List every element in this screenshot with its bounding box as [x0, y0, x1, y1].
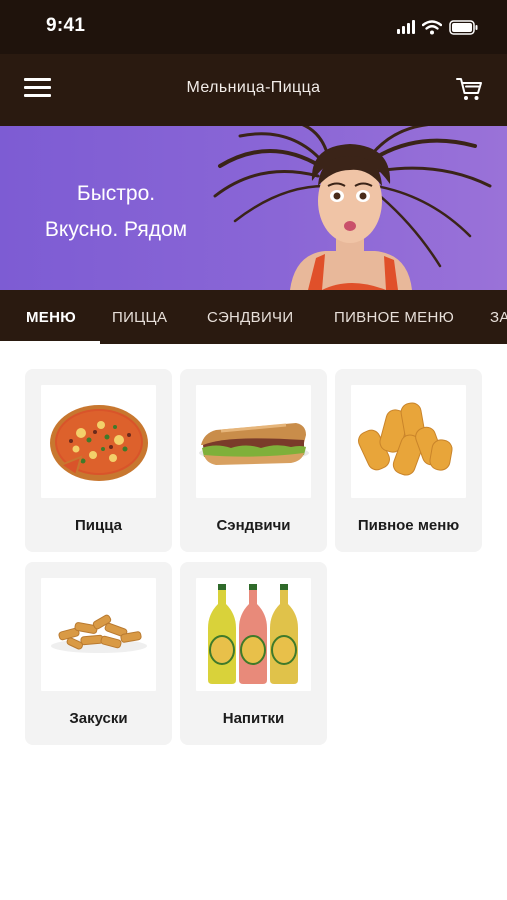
category-card-drinks[interactable]: Напитки: [180, 562, 327, 745]
active-tab-indicator: [0, 341, 100, 344]
tab-pizza[interactable]: ПИЦЦА: [112, 309, 167, 326]
banner-line-2: Вкусно. Рядом: [44, 218, 188, 241]
banner-text: Быстро. Вкусно. Рядом: [0, 176, 232, 248]
category-label: Сэндвичи: [216, 517, 291, 534]
signal-icon: [397, 20, 415, 34]
category-card-sandwiches[interactable]: Сэндвичи: [180, 369, 327, 552]
tab-beer-menu[interactable]: ПИВНОЕ МЕНЮ: [334, 309, 454, 326]
tab-menu[interactable]: МЕНЮ: [26, 309, 76, 326]
category-card-beer-menu[interactable]: Пивное меню: [335, 369, 482, 552]
category-label: Пивное меню: [357, 517, 460, 534]
category-label: Напитки: [222, 710, 285, 727]
banner-line-1: Быстро.: [76, 182, 156, 205]
tab-sandwiches[interactable]: СЭНДВИЧИ: [207, 309, 293, 326]
app-header: Мельница-Пицца: [0, 54, 507, 126]
status-bar: 9:41: [0, 0, 507, 54]
app-title: Мельница-Пицца: [186, 79, 321, 96]
tab-snacks-partial[interactable]: ЗА: [490, 309, 507, 326]
category-label: Закуски: [69, 710, 128, 727]
category-card-pizza[interactable]: Пицца: [25, 369, 172, 552]
status-time: 9:41: [46, 15, 86, 36]
croutons-image: [41, 578, 156, 691]
category-label: Пицца: [75, 517, 122, 534]
pizza-image: [41, 385, 156, 498]
sandwich-image: [196, 385, 311, 498]
status-icons: [397, 18, 479, 36]
wifi-icon: [422, 19, 442, 34]
fried-cheese-sticks-image: [351, 385, 466, 498]
lemonade-bottles-image: [196, 578, 311, 691]
banner-woman-image: [213, 126, 492, 290]
category-tabs: МЕНЮ ПИЦЦА СЭНДВИЧИ ПИВНОЕ МЕНЮ ЗА: [0, 290, 507, 344]
category-card-snacks[interactable]: Закуски: [25, 562, 172, 745]
cart-icon[interactable]: [455, 74, 485, 104]
battery-icon: [449, 19, 478, 35]
promo-banner[interactable]: Быстро. Вкусно. Рядом: [0, 126, 507, 290]
